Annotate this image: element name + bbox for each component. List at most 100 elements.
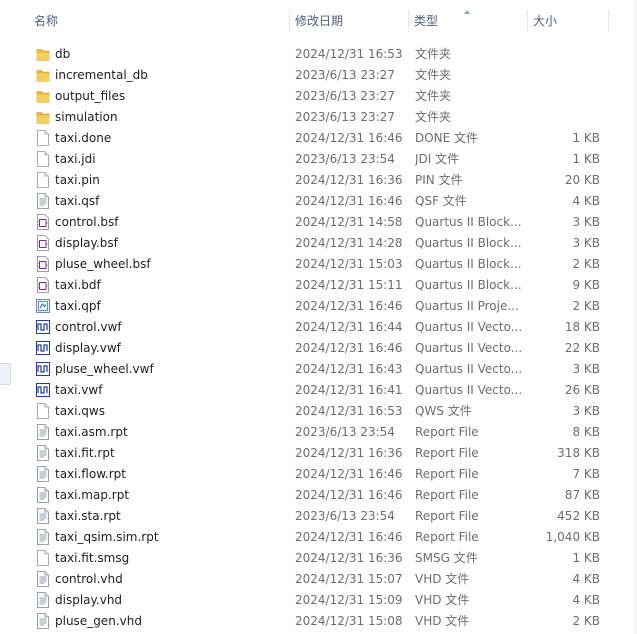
file-name: taxi.vwf bbox=[55, 383, 103, 397]
file-row[interactable]: pluse_gen.vhd 2024/12/31 15:08 VHD 文件 2 KB bbox=[0, 611, 637, 632]
file-size: 3 KB bbox=[572, 215, 600, 229]
file-type: QSF 文件 bbox=[415, 194, 467, 208]
file-type: Report File bbox=[415, 446, 479, 460]
file-size: 9 KB bbox=[572, 278, 600, 292]
file-size: 87 KB bbox=[564, 488, 600, 502]
file-size: 3 KB bbox=[572, 362, 600, 376]
file-row[interactable]: display.vhd 2024/12/31 15:09 VHD 文件 4 KB bbox=[0, 590, 637, 611]
file-size: 26 KB bbox=[564, 383, 600, 397]
file-size: 4 KB bbox=[572, 194, 600, 208]
file-type: Report File bbox=[415, 488, 479, 502]
file-row[interactable]: taxi.fit.rpt 2024/12/31 16:36 Report File 3… bbox=[0, 443, 637, 464]
file-modified-date: 2024/12/31 16:46 bbox=[295, 131, 403, 145]
file-type: 文件夹 bbox=[415, 89, 452, 103]
file-modified-date: 2024/12/31 15:11 bbox=[295, 278, 403, 292]
file-size: 3 KB bbox=[572, 404, 600, 418]
file-row[interactable]: taxi.qws 2024/12/31 16:53 QWS 文件 3 KB bbox=[0, 401, 637, 422]
file-modified-date: 2024/12/31 14:58 bbox=[295, 215, 403, 229]
file-size: 20 KB bbox=[564, 173, 600, 187]
file-row[interactable]: taxi.vwf 2024/12/31 16:41 Quartus II Vecto… bbox=[0, 380, 637, 401]
file-type: QWS 文件 bbox=[415, 404, 472, 418]
file-name: pluse_wheel.bsf bbox=[55, 257, 151, 271]
file-row[interactable]: taxi.pin 2024/12/31 16:36 PIN 文件 20 KB bbox=[0, 170, 637, 191]
waveform-file-icon bbox=[36, 340, 50, 356]
file-modified-date: 2024/12/31 16:46 bbox=[295, 299, 403, 313]
file-size bbox=[530, 107, 600, 128]
waveform-file-icon bbox=[36, 319, 50, 335]
file-size: 2 KB bbox=[572, 257, 600, 271]
file-row[interactable]: taxi_qsim.sim.rpt 2024/12/31 16:46 Report … bbox=[0, 527, 637, 548]
file-modified-date: 2023/6/13 23:54 bbox=[295, 152, 395, 166]
file-type: Quartus II Block... bbox=[415, 257, 522, 271]
file-row[interactable]: db 2024/12/31 16:53 文件夹 bbox=[0, 44, 637, 65]
schematic-file-icon bbox=[36, 256, 50, 272]
file-modified-date: 2024/12/31 16:46 bbox=[295, 488, 403, 502]
file-row[interactable]: display.vwf 2024/12/31 16:46 Quartus II Ve… bbox=[0, 338, 637, 359]
file-name: taxi.bdf bbox=[55, 278, 101, 292]
file-row[interactable]: taxi.flow.rpt 2024/12/31 16:46 Report File… bbox=[0, 464, 637, 485]
sort-ascending-icon bbox=[464, 10, 470, 14]
file-modified-date: 2024/12/31 16:46 bbox=[295, 194, 403, 208]
file-row[interactable]: pluse_wheel.bsf 2024/12/31 15:03 Quartus I… bbox=[0, 254, 637, 275]
file-row[interactable]: display.bsf 2024/12/31 14:28 Quartus II Bl… bbox=[0, 233, 637, 254]
schematic-file-icon bbox=[36, 214, 50, 230]
file-row[interactable]: taxi.map.rpt 2024/12/31 16:46 Report File 8… bbox=[0, 485, 637, 506]
file-name: taxi.qpf bbox=[55, 299, 101, 313]
file-row[interactable]: taxi.fit.smsg 2024/12/31 16:36 SMSG 文件 1 KB bbox=[0, 548, 637, 569]
file-modified-date: 2024/12/31 16:41 bbox=[295, 383, 403, 397]
file-row[interactable]: taxi.qpf 2024/12/31 16:46 Quartus II Proje… bbox=[0, 296, 637, 317]
file-name: taxi.done bbox=[55, 131, 112, 145]
file-size: 22 KB bbox=[564, 341, 600, 355]
file-name: control.vhd bbox=[55, 572, 123, 586]
file-row[interactable]: taxi.done 2024/12/31 16:46 DONE 文件 1 KB bbox=[0, 128, 637, 149]
file-row[interactable]: control.vwf 2024/12/31 16:44 Quartus II Ve… bbox=[0, 317, 637, 338]
file-type: Quartus II Vecto... bbox=[415, 341, 523, 355]
file-row[interactable]: taxi.sta.rpt 2023/6/13 23:54 Report File 45… bbox=[0, 506, 637, 527]
file-name: incremental_db bbox=[55, 68, 148, 82]
file-modified-date: 2023/6/13 23:27 bbox=[295, 89, 395, 103]
file-size: 2 KB bbox=[572, 299, 600, 313]
text-file-icon bbox=[36, 508, 50, 524]
file-size: 7 KB bbox=[572, 467, 600, 481]
file-row[interactable]: control.vhd 2024/12/31 15:07 VHD 文件 4 KB bbox=[0, 569, 637, 590]
schematic-file-icon bbox=[36, 235, 50, 251]
file-row[interactable]: simulation 2023/6/13 23:27 文件夹 bbox=[0, 107, 637, 128]
file-type: Quartus II Proje... bbox=[415, 299, 519, 313]
file-row[interactable]: output_files 2023/6/13 23:27 文件夹 bbox=[0, 86, 637, 107]
file-row[interactable]: taxi.bdf 2024/12/31 15:11 Quartus II Block… bbox=[0, 275, 637, 296]
file-list: db 2024/12/31 16:53 文件夹 incremental_db 2023/… bbox=[0, 44, 637, 632]
file-type: VHD 文件 bbox=[415, 614, 470, 628]
column-header-bar: 名称 修改日期 类型 大小 bbox=[0, 0, 637, 32]
file-row[interactable]: taxi.qsf 2024/12/31 16:46 QSF 文件 4 KB bbox=[0, 191, 637, 212]
file-row[interactable]: pluse_wheel.vwf 2024/12/31 16:43 Quartus I… bbox=[0, 359, 637, 380]
blank-file-icon bbox=[36, 151, 50, 167]
file-row[interactable]: incremental_db 2023/6/13 23:27 文件夹 bbox=[0, 65, 637, 86]
file-type: VHD 文件 bbox=[415, 593, 470, 607]
file-modified-date: 2024/12/31 15:09 bbox=[295, 593, 403, 607]
file-size: 4 KB bbox=[572, 593, 600, 607]
file-name: taxi.qws bbox=[55, 404, 105, 418]
column-header-name[interactable]: 名称 bbox=[29, 10, 289, 32]
file-row[interactable]: control.bsf 2024/12/31 14:58 Quartus II Bl… bbox=[0, 212, 637, 233]
file-row[interactable]: taxi.jdi 2023/6/13 23:54 JDI 文件 1 KB bbox=[0, 149, 637, 170]
file-size: 318 KB bbox=[557, 446, 600, 460]
column-header-date[interactable]: 修改日期 bbox=[290, 10, 408, 32]
file-modified-date: 2023/6/13 23:27 bbox=[295, 110, 395, 124]
file-type: 文件夹 bbox=[415, 47, 452, 61]
file-modified-date: 2024/12/31 16:36 bbox=[295, 173, 403, 187]
file-modified-date: 2024/12/31 16:36 bbox=[295, 446, 403, 460]
column-header-size[interactable]: 大小 bbox=[528, 10, 608, 32]
file-type: Quartus II Vecto... bbox=[415, 383, 523, 397]
file-name: taxi.fit.rpt bbox=[55, 446, 115, 460]
file-name: pluse_gen.vhd bbox=[55, 614, 142, 628]
waveform-file-icon bbox=[36, 361, 50, 377]
file-row[interactable]: taxi.asm.rpt 2023/6/13 23:54 Report File 8 … bbox=[0, 422, 637, 443]
file-name: taxi.asm.rpt bbox=[55, 425, 128, 439]
file-modified-date: 2024/12/31 16:43 bbox=[295, 362, 403, 376]
column-divider[interactable] bbox=[608, 10, 609, 32]
file-modified-date: 2024/12/31 15:03 bbox=[295, 257, 403, 271]
navigation-pane-edge[interactable] bbox=[0, 363, 11, 385]
file-type: PIN 文件 bbox=[415, 173, 463, 187]
folder-icon bbox=[36, 109, 50, 125]
file-type: Report File bbox=[415, 467, 479, 481]
